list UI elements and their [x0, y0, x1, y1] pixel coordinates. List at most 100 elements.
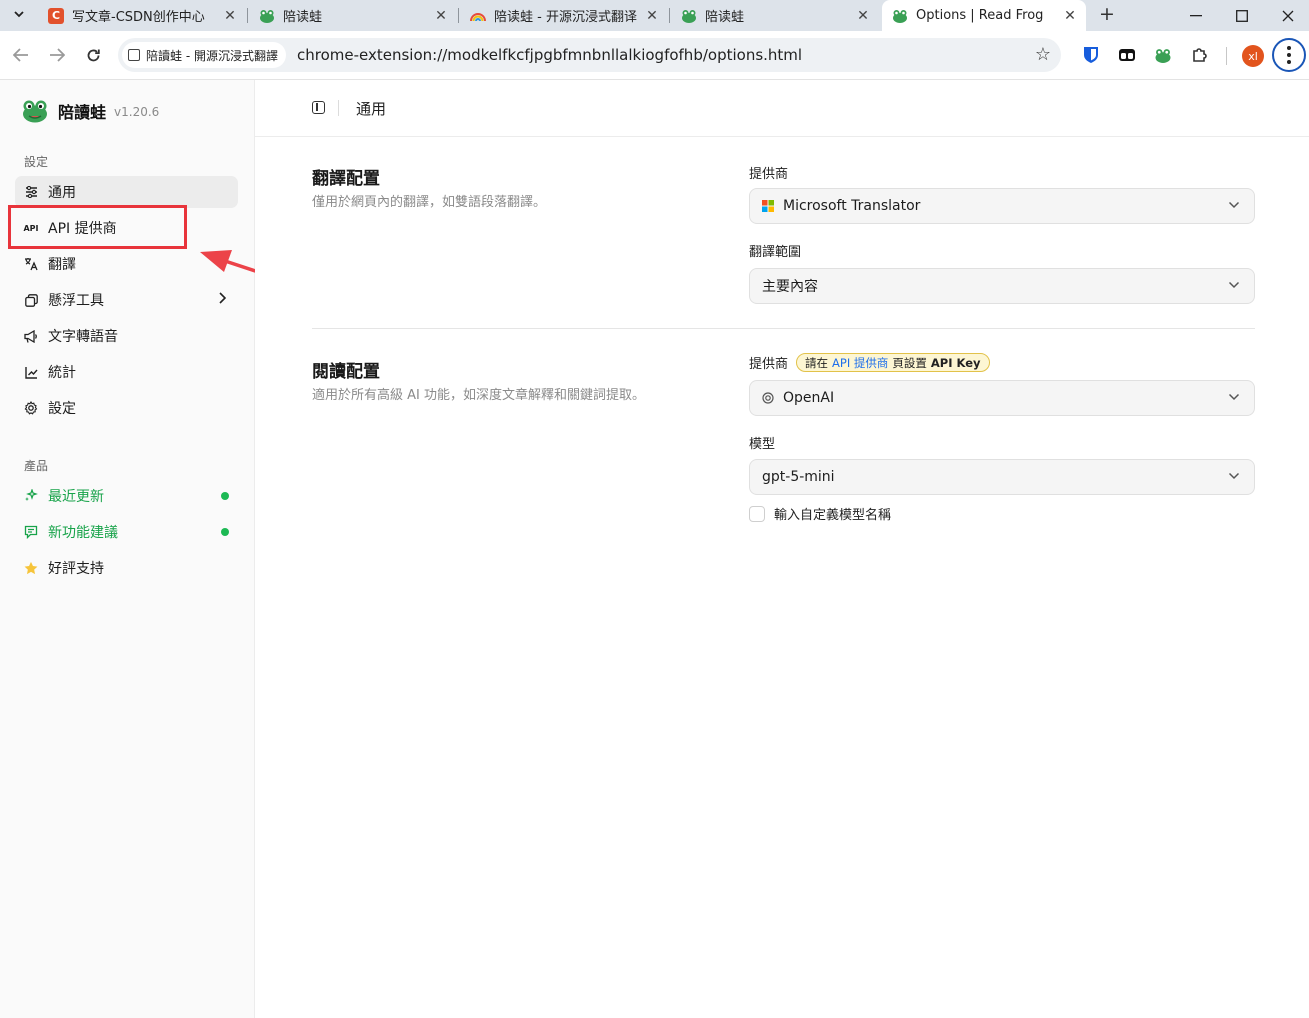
tab-frog-2[interactable]: 陪读蛙 - 开源沉浸式翻译 ✕	[460, 0, 668, 31]
sidebar-item-settings[interactable]: 設定	[15, 392, 238, 424]
close-icon[interactable]: ✕	[644, 8, 660, 24]
sidebar-item-recent-updates[interactable]: 最近更新	[15, 480, 238, 512]
custom-model-row: 輸入自定義模型名稱	[749, 504, 891, 523]
forward-button[interactable]	[45, 43, 69, 67]
sidebar-toggle-icon[interactable]	[312, 101, 325, 114]
select-value: Microsoft Translator	[783, 198, 921, 214]
translate-config-title: 翻譯配置	[312, 169, 380, 189]
minimize-button[interactable]	[1173, 0, 1219, 31]
tab-frog-3[interactable]: 陪读蛙 ✕	[671, 0, 879, 31]
read-config-desc: 適用於所有高級 AI 功能，如深度文章解釋和關鍵詞提取。	[312, 388, 645, 403]
tab-search-button[interactable]	[6, 3, 32, 25]
menu-dot-icon	[1287, 46, 1291, 50]
maximize-button[interactable]	[1219, 0, 1265, 31]
product-section-label: 產品	[24, 459, 49, 473]
frog-icon	[681, 8, 697, 24]
extension-puzzle-icon	[128, 49, 140, 61]
browser-toolbar: 陪讀蛙 - 開源沉浸式翻譯 chrome-extension://modkelf…	[0, 31, 1309, 80]
model-select[interactable]: gpt-5-mini	[749, 459, 1255, 495]
gear-icon	[24, 401, 38, 415]
settings-section-label: 設定	[24, 155, 49, 169]
address-bar[interactable]: 陪讀蛙 - 開源沉浸式翻譯 chrome-extension://modkelf…	[118, 38, 1061, 72]
model-label: 模型	[749, 437, 776, 452]
bookmark-star-icon[interactable]: ☆	[1035, 44, 1051, 65]
custom-model-checkbox[interactable]	[749, 505, 765, 522]
sidebar-item-label: 設定	[48, 401, 76, 417]
back-button[interactable]	[9, 43, 33, 67]
sidebar-item-tts[interactable]: 文字轉語音	[15, 320, 238, 352]
feedback-icon	[24, 525, 38, 539]
chevron-down-icon	[1228, 281, 1240, 289]
bitwarden-extension-icon[interactable]	[1080, 44, 1102, 66]
tab-frog-1[interactable]: 陪读蛙 ✕	[249, 0, 457, 31]
menu-dot-icon	[1287, 60, 1291, 64]
api-provider-link[interactable]: API 提供商	[832, 355, 888, 371]
csdn-icon: C	[48, 7, 64, 24]
openai-icon	[762, 392, 774, 404]
tab-options-active[interactable]: Options | Read Frog ✕	[882, 0, 1086, 31]
tab-title: Options | Read Frog	[916, 8, 1044, 23]
translate-range-label: 翻譯範圍	[749, 245, 802, 260]
profile-initials: xl	[1248, 49, 1258, 63]
select-value: gpt-5-mini	[762, 469, 835, 485]
custom-model-label[interactable]: 輸入自定義模型名稱	[774, 504, 891, 523]
frog-icon	[892, 8, 908, 24]
api-key-hint-badge: 請在 API 提供商 頁設置 API Key	[796, 353, 990, 372]
sparkle-icon	[24, 489, 38, 503]
sidebar-item-label: 翻譯	[48, 257, 76, 273]
url-text[interactable]: chrome-extension://modkelfkcfjpgbfmnbnll…	[297, 46, 802, 64]
site-info-chip[interactable]: 陪讀蛙 - 開源沉浸式翻譯	[122, 42, 286, 68]
sidebar-item-general[interactable]: 通用	[15, 176, 238, 208]
sidebar-item-feature-request[interactable]: 新功能建議	[15, 516, 238, 548]
translate-icon	[24, 257, 38, 271]
sidebar-item-rate-support[interactable]: 好評支持	[15, 552, 238, 584]
reload-icon	[87, 49, 100, 61]
read-provider-label-row: 提供商 請在 API 提供商 頁設置 API Key	[749, 353, 990, 372]
glasses-extension-icon[interactable]	[1116, 44, 1138, 66]
sidebar-item-label: 文字轉語音	[48, 329, 118, 345]
window-close-button[interactable]	[1265, 0, 1309, 31]
translate-provider-label: 提供商	[749, 167, 789, 182]
tab-strip: C 写文章-CSDN创作中心 ✕ 陪读蛙 ✕ 陪读蛙 - 开源沉浸式翻译 ✕ 陪…	[0, 0, 1309, 31]
page-header: 通用	[255, 80, 1309, 137]
tab-csdn[interactable]: C 写文章-CSDN创作中心 ✕	[38, 0, 246, 31]
translate-range-select[interactable]: 主要內容	[749, 268, 1255, 304]
badge-mid: 頁設置	[892, 355, 927, 370]
tab-title: 陪读蛙	[283, 10, 323, 25]
translate-provider-select[interactable]: Microsoft Translator	[749, 188, 1255, 224]
profile-avatar[interactable]: xl	[1242, 45, 1264, 67]
chevron-down-icon	[1228, 393, 1240, 401]
sidebar-item-label: 最近更新	[48, 489, 104, 505]
select-value: 主要內容	[762, 279, 818, 295]
close-icon	[1282, 10, 1294, 21]
close-icon[interactable]: ✕	[1062, 8, 1078, 24]
new-tab-button[interactable]: +	[1096, 3, 1118, 25]
close-icon[interactable]: ✕	[855, 8, 871, 24]
app-name: 陪讀蛙	[58, 103, 107, 122]
site-chip-label: 陪讀蛙 - 開源沉浸式翻譯	[146, 48, 278, 63]
read-config-title: 閱讀配置	[312, 362, 380, 382]
sidebar-item-label: 通用	[48, 185, 76, 201]
sidebar-item-statistics[interactable]: 統計	[15, 356, 238, 388]
arrow-right-icon	[50, 48, 65, 62]
read-provider-label: 提供商	[749, 357, 789, 372]
read-provider-select[interactable]: OpenAI	[749, 380, 1255, 416]
extensions-puzzle-icon[interactable]	[1189, 44, 1211, 66]
chart-icon	[24, 365, 38, 379]
reload-button[interactable]	[81, 43, 105, 67]
arrow-left-icon	[13, 48, 28, 62]
browser-menu-button[interactable]	[1272, 38, 1306, 72]
sliders-icon	[24, 185, 38, 199]
brand[interactable]: 陪讀蛙 v1.20.6	[22, 99, 159, 123]
close-icon[interactable]: ✕	[222, 8, 238, 24]
sidebar-item-label: 新功能建議	[48, 525, 118, 541]
app-version: v1.20.6	[114, 105, 160, 119]
microsoft-icon	[762, 200, 774, 212]
section-divider	[312, 328, 1255, 329]
minimize-icon	[1190, 14, 1202, 16]
frog-extension-icon[interactable]	[1152, 44, 1174, 66]
new-indicator-dot	[221, 492, 229, 500]
frog-logo-icon	[23, 100, 47, 123]
megaphone-icon	[24, 329, 38, 343]
close-icon[interactable]: ✕	[433, 8, 449, 24]
